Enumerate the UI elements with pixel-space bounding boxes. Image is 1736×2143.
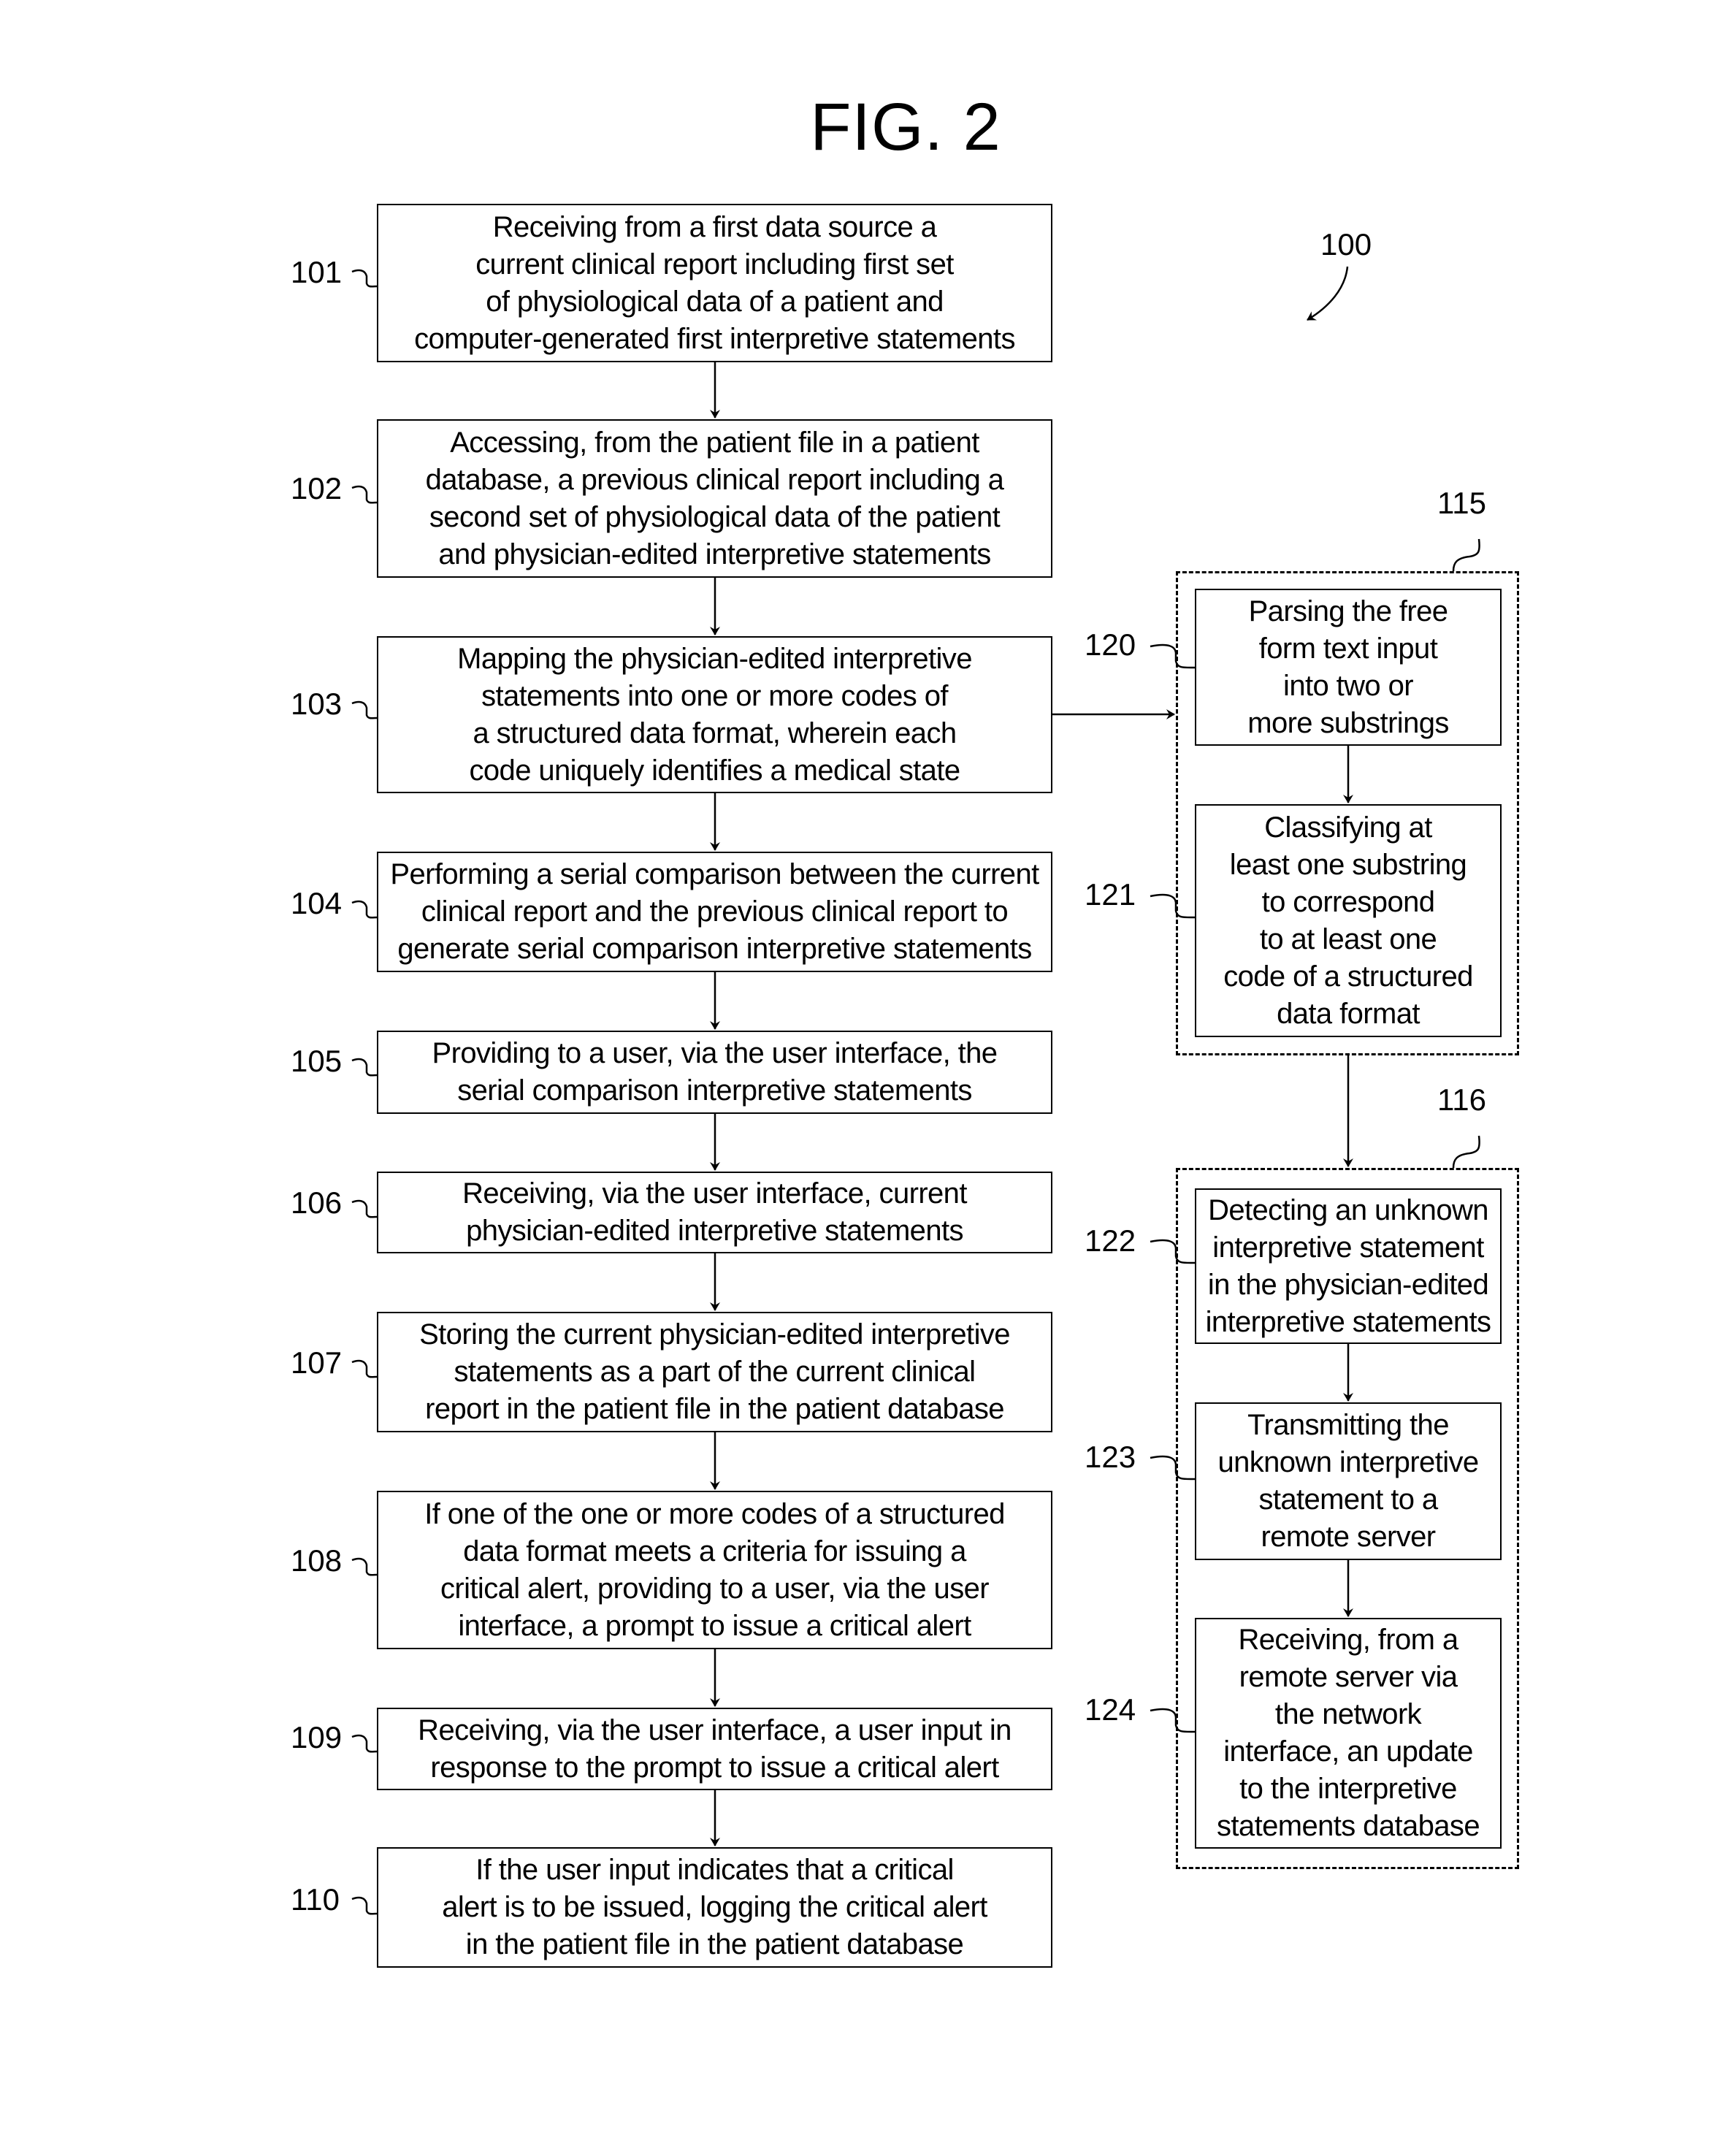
step-ref-label: 108 xyxy=(291,1543,343,1578)
leader-102 xyxy=(351,485,378,504)
step-text: Mapping the physician-edited interpretiv… xyxy=(457,642,972,787)
step-box-108: If one of the one or more codes of a str… xyxy=(377,1491,1052,1649)
step-box-123: Transmitting the unknown interpretive st… xyxy=(1195,1402,1502,1560)
step-text: Classifying at least one substring to co… xyxy=(1223,811,1473,1030)
step-box-120: Parsing the free form text input into tw… xyxy=(1195,589,1502,746)
step-ref-label: 101 xyxy=(291,255,343,289)
leader-116 xyxy=(1452,1135,1480,1169)
step-ref-label: 124 xyxy=(1085,1692,1136,1727)
step-box-101: Receiving from a first data source a cur… xyxy=(377,204,1052,362)
step-text: Receiving, from a remote server via the … xyxy=(1217,1624,1480,1842)
step-box-105: Providing to a user, via the user interf… xyxy=(377,1031,1052,1114)
step-text: Receiving, via the user interface, curre… xyxy=(462,1177,967,1247)
leader-109 xyxy=(351,1734,378,1753)
step-ref-label: 122 xyxy=(1085,1223,1136,1258)
leader-108 xyxy=(351,1557,378,1576)
step-ref-label: 123 xyxy=(1085,1440,1136,1474)
step-text: Transmitting the unknown interpretive st… xyxy=(1217,1409,1479,1553)
step-text: Receiving, via the user interface, a use… xyxy=(418,1714,1012,1784)
step-text: Providing to a user, via the user interf… xyxy=(432,1037,998,1107)
step-ref-label: 104 xyxy=(291,886,343,920)
leader-110 xyxy=(351,1896,378,1915)
step-text: Performing a serial comparison between t… xyxy=(390,858,1039,965)
step-box-104: Performing a serial comparison between t… xyxy=(377,852,1052,972)
step-ref-label: 120 xyxy=(1085,627,1136,662)
step-box-107: Storing the current physician-edited int… xyxy=(377,1312,1052,1432)
step-ref-label: 110 xyxy=(291,1882,340,1917)
leader-105 xyxy=(351,1058,378,1077)
step-ref-label: 107 xyxy=(291,1345,343,1380)
step-box-103: Mapping the physician-edited interpretiv… xyxy=(377,636,1052,793)
leader-103 xyxy=(351,700,378,719)
method-ref-label: 100 xyxy=(1320,227,1372,261)
step-text: Detecting an unknown interpretive statem… xyxy=(1205,1193,1491,1338)
step-text: Accessing, from the patient file in a pa… xyxy=(425,426,1004,570)
group-ref-label-115: 115 xyxy=(1437,486,1486,520)
leader-101 xyxy=(351,269,378,288)
leader-106 xyxy=(351,1199,378,1218)
step-box-110: If the user input indicates that a criti… xyxy=(377,1847,1052,1968)
step-text: Storing the current physician-edited int… xyxy=(419,1318,1010,1425)
step-box-109: Receiving, via the user interface, a use… xyxy=(377,1708,1052,1790)
leader-107 xyxy=(351,1359,378,1378)
step-box-102: Accessing, from the patient file in a pa… xyxy=(377,419,1052,578)
step-box-121: Classifying at least one substring to co… xyxy=(1195,804,1502,1037)
step-text: Parsing the free form text input into tw… xyxy=(1247,595,1449,739)
step-text: If the user input indicates that a criti… xyxy=(442,1854,987,1960)
step-box-122: Detecting an unknown interpretive statem… xyxy=(1195,1188,1502,1344)
step-box-106: Receiving, via the user interface, curre… xyxy=(377,1172,1052,1253)
step-ref-label: 106 xyxy=(291,1185,343,1220)
step-ref-label: 105 xyxy=(291,1044,343,1078)
ref-100-arrow xyxy=(1307,266,1349,321)
step-box-124: Receiving, from a remote server via the … xyxy=(1195,1618,1502,1849)
step-ref-label: 102 xyxy=(291,471,343,505)
step-text: Receiving from a first data source a cur… xyxy=(414,210,1015,355)
leader-115 xyxy=(1452,538,1480,572)
step-ref-label: 103 xyxy=(291,687,343,721)
leader-104 xyxy=(351,900,378,919)
step-text: If one of the one or more codes of a str… xyxy=(424,1497,1005,1642)
step-ref-label: 109 xyxy=(291,1720,343,1754)
group-ref-label-116: 116 xyxy=(1437,1082,1486,1117)
step-ref-label: 121 xyxy=(1085,877,1136,912)
